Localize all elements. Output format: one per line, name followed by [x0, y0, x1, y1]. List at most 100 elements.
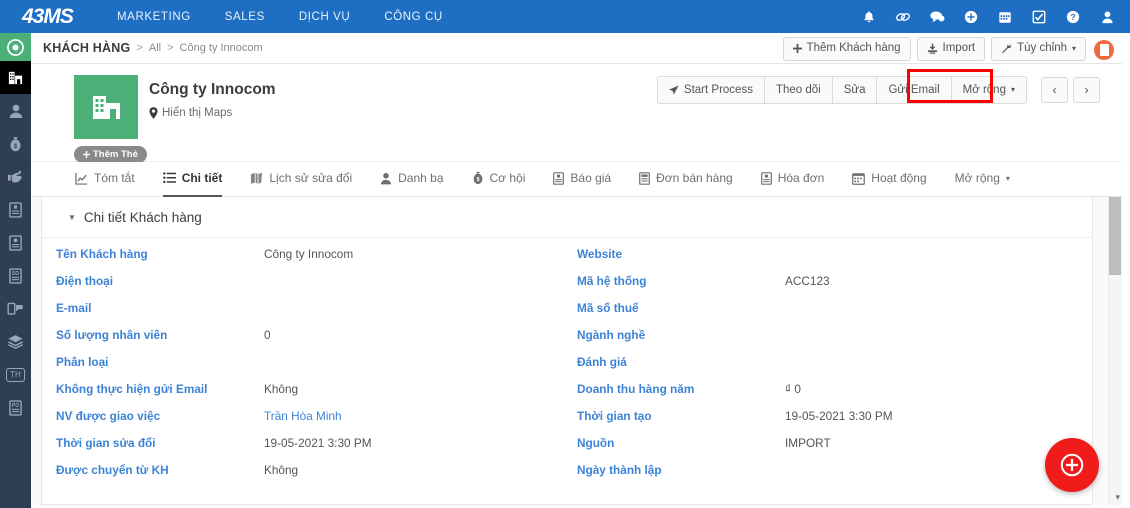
field-value[interactable]: Trần Hòa Minh	[264, 409, 342, 423]
order-icon	[639, 172, 650, 185]
tab-danh-ba[interactable]: Danh bạ	[380, 162, 443, 197]
field-label[interactable]: Thời gian tạo	[577, 409, 785, 423]
tab-mo-rong[interactable]: Mở rộng ▾	[955, 162, 1010, 197]
page-toolbar: Thêm Khách hàng Import Tùy chỉnh ▾	[783, 37, 1086, 61]
tab-label: Hoạt động	[871, 171, 926, 185]
follow-button[interactable]: Theo dõi	[764, 76, 832, 104]
plus-circle-icon[interactable]	[954, 0, 988, 33]
field-label[interactable]: Phân loại	[56, 355, 264, 369]
tab-hoat-dong[interactable]: Hoạt động	[852, 162, 926, 197]
sidebar-item-quotes[interactable]	[0, 193, 31, 226]
edit-button[interactable]: Sửa	[832, 76, 877, 104]
field-label[interactable]: Mã hệ thống	[577, 274, 785, 288]
previous-record-button[interactable]: ‹	[1041, 77, 1068, 103]
field-label[interactable]: Số lượng nhân viên	[56, 328, 264, 342]
svg-text:PO: PO	[12, 403, 19, 409]
field-label[interactable]: Không thực hiện gửi Email	[56, 382, 264, 396]
field-label[interactable]: E-mail	[56, 301, 264, 315]
sidebar-item-sales-orders[interactable]: SO	[0, 259, 31, 292]
scrollbar-thumb[interactable]	[1109, 197, 1121, 275]
nav-item-sales[interactable]: SALES	[208, 11, 282, 23]
link-icon[interactable]	[886, 0, 920, 33]
th-badge-icon: TH	[6, 368, 25, 382]
sidebar-item-th[interactable]: TH	[0, 358, 31, 391]
chevron-down-icon: ▾	[1011, 84, 1015, 95]
tab-chi-tiet[interactable]: Chi tiết	[163, 162, 223, 197]
field-label[interactable]: Đánh giá	[577, 355, 785, 369]
money-bag-icon: $	[472, 171, 484, 185]
add-tag-button[interactable]: Thêm Thẻ	[74, 146, 147, 163]
more-actions-button[interactable]: Mở rộng ▾	[951, 76, 1027, 104]
app-root: 43MS MARKETING SALES DỊCH VỤ CÔNG CỤ	[0, 0, 1130, 508]
field-label[interactable]: Nguồn	[577, 436, 785, 450]
tab-bao-gia[interactable]: Báo giá	[553, 162, 611, 197]
add-customer-button[interactable]: Thêm Khách hàng	[783, 37, 911, 61]
field-label[interactable]: Được chuyển từ KH	[56, 463, 264, 477]
notes-circle-icon[interactable]	[1094, 40, 1114, 60]
field-label[interactable]: Mã số thuế	[577, 301, 785, 315]
scroll-down-arrow-icon[interactable]: ▾	[1115, 492, 1120, 503]
company-building-icon	[88, 89, 124, 125]
vertical-scrollbar[interactable]: ▾	[1108, 197, 1122, 505]
chart-icon	[75, 172, 88, 185]
customize-button[interactable]: Tùy chỉnh ▾	[991, 37, 1086, 61]
sidebar-item-contacts[interactable]	[0, 94, 31, 127]
field-label[interactable]: Doanh thu hàng năm	[577, 382, 785, 396]
sidebar-item-opportunities[interactable]: $	[0, 127, 31, 160]
help-icon[interactable]: ?	[1056, 0, 1090, 33]
sidebar-item-services[interactable]	[0, 160, 31, 193]
breadcrumb-separator-2: >	[167, 42, 173, 54]
next-record-button[interactable]: ›	[1073, 77, 1100, 103]
calendar-icon[interactable]	[988, 0, 1022, 33]
nav-item-marketing[interactable]: MARKETING	[100, 11, 208, 23]
start-process-button[interactable]: Start Process	[657, 76, 764, 104]
sidebar-item-invoices[interactable]	[0, 226, 31, 259]
import-button[interactable]: Import	[917, 37, 986, 61]
tab-don-ban-hang[interactable]: Đơn bán hàng	[639, 162, 733, 197]
field-label[interactable]: Ngành nghề	[577, 328, 785, 342]
bell-icon[interactable]	[852, 0, 886, 33]
nav-item-cong-cu[interactable]: CÔNG CỤ	[367, 11, 460, 23]
field-label[interactable]: Điện thoại	[56, 274, 264, 288]
edit-label: Sửa	[844, 82, 866, 98]
sidebar-item-devices[interactable]	[0, 292, 31, 325]
floating-add-button[interactable]	[1045, 438, 1099, 492]
field-label[interactable]: Tên Khách hàng	[56, 247, 264, 261]
chevron-down-icon: ▾	[1072, 44, 1076, 54]
field-row: Tên Khách hàngCông ty Innocom	[42, 247, 567, 274]
breadcrumb-item-all[interactable]: All	[149, 42, 161, 54]
field-label[interactable]: Thời gian sửa đổi	[56, 436, 264, 450]
app-logo[interactable]: 43MS	[0, 5, 100, 29]
field-row: Ngày thành lập	[567, 463, 1092, 490]
user-icon[interactable]	[1090, 0, 1124, 33]
details-section-header[interactable]: ▼ Chi tiết Khách hàng	[42, 197, 1092, 238]
avatar	[74, 75, 138, 139]
list-icon	[163, 172, 176, 184]
import-label: Import	[943, 42, 976, 56]
sidebar-item-products[interactable]	[0, 325, 31, 358]
checkbox-icon[interactable]	[1022, 0, 1056, 33]
tab-tom-tat[interactable]: Tóm tắt	[75, 162, 135, 197]
tab-hoa-don[interactable]: Hóa đơn	[761, 162, 825, 197]
field-label[interactable]: Ngày thành lập	[577, 463, 785, 477]
start-process-label: Start Process	[684, 82, 753, 98]
nav-item-dich-vu[interactable]: DỊCH VỤ	[282, 11, 367, 23]
sidebar-item-purchase-orders[interactable]: PO	[0, 391, 31, 424]
sidebar-item-accounts[interactable]	[0, 61, 31, 94]
field-row: NV được giao việcTrần Hòa Minh	[42, 409, 567, 436]
field-label[interactable]: NV được giao việc	[56, 409, 264, 423]
tab-label: Đơn bán hàng	[656, 171, 733, 185]
breadcrumb-item-record[interactable]: Công ty Innocom	[180, 42, 263, 54]
tab-co-hoi[interactable]: $ Cơ hội	[472, 162, 526, 197]
send-email-button[interactable]: Gửi Email	[876, 76, 950, 104]
field-label[interactable]: Website	[577, 247, 785, 261]
sidebar-logo[interactable]	[0, 33, 31, 61]
notes-inner-shape	[1100, 44, 1109, 56]
tab-label: Báo giá	[570, 171, 611, 185]
field-row: NguồnIMPORT	[567, 436, 1092, 463]
breadcrumb-root[interactable]: KHÁCH HÀNG	[43, 41, 130, 55]
tab-lich-su-sua-doi[interactable]: Lịch sử sửa đổi	[250, 162, 352, 197]
add-tag-label: Thêm Thẻ	[93, 149, 138, 160]
chat-icon[interactable]	[920, 0, 954, 33]
show-maps-link[interactable]: Hiển thị Maps	[149, 107, 232, 119]
